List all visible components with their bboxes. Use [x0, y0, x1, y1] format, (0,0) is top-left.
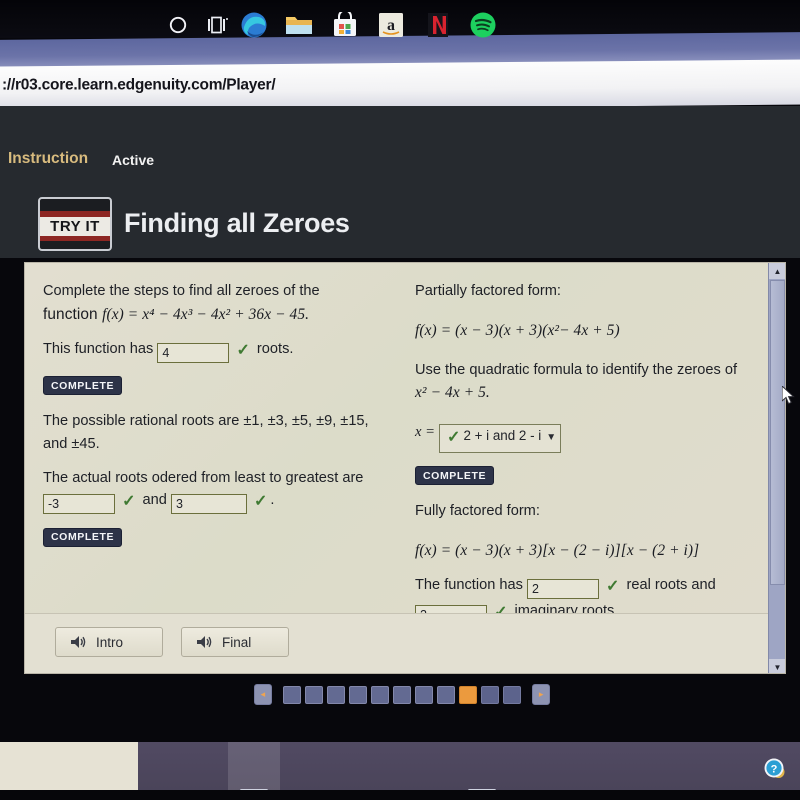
complete-badge-3: COMPLETE [415, 466, 495, 486]
task-view-icon[interactable] [203, 10, 233, 40]
pagination-next-button[interactable]: ▸ [532, 684, 550, 705]
check-icon: ✓ [236, 341, 250, 359]
mouse-cursor [781, 384, 796, 406]
complete-badge-1: COMPLETE [43, 376, 123, 396]
chevron-down-icon: ▼ [546, 432, 557, 444]
dropdown-selected-value: 2 + i and 2 - i [463, 428, 542, 444]
actual-roots-joiner: and [142, 492, 167, 509]
edge-browser-icon[interactable] [239, 10, 269, 40]
lesson-body: Complete the steps to find all zeroes of… [25, 263, 769, 625]
taskbar-start-region[interactable] [0, 742, 138, 792]
partially-factored-heading: Partially factored form: [415, 283, 561, 299]
pagination-box-3[interactable] [327, 685, 345, 704]
roots-count-prefix: This function has [43, 340, 154, 357]
browser-address-bar[interactable]: ://r03.core.learn.edgenuity.com/Player/ [0, 59, 800, 112]
actual-roots-label: The actual roots odered from least to gr… [43, 469, 364, 486]
real-roots-row: The function has 2 ✓ real roots and [415, 575, 763, 599]
audio-intro-button[interactable]: Intro [55, 627, 163, 657]
cortana-icon[interactable] [163, 10, 193, 40]
address-bar-url: ://r03.core.learn.edgenuity.com/Player/ [2, 76, 276, 94]
quadratic-instruction-line-1: Use the quadratic formula to identify th… [415, 361, 738, 378]
complete-badge-1-wrap: COMPLETE [43, 376, 395, 396]
roots-count-suffix: roots. [256, 340, 294, 357]
check-icon: ✓ [447, 429, 461, 447]
scroll-down-arrow-icon[interactable]: ▼ [769, 659, 785, 673]
roots-count-input[interactable]: 4 [157, 342, 230, 363]
period: . [270, 492, 275, 509]
function-statement: function f(x) = x⁴ − 4x³ − 4x² + 36x − 4… [43, 304, 395, 326]
tab-instruction[interactable]: Instruction [8, 150, 88, 168]
lesson-pagination: ◂ ▸ [254, 681, 550, 708]
page-title: Finding all Zeroes [124, 208, 350, 238]
real-roots-input[interactable]: 2 [526, 579, 599, 599]
pagination-box-2[interactable] [305, 685, 323, 704]
pagination-box-9[interactable] [459, 685, 477, 704]
complete-badge-2: COMPLETE [43, 527, 123, 547]
pagination-boxes [283, 685, 521, 704]
taskbar-active-app-highlight [228, 742, 280, 792]
quadratic-instruction-line-2: x² − 4x + 5. [415, 384, 490, 402]
roots-count-row: This function has 4 ✓ roots. [43, 339, 395, 363]
pagination-box-10[interactable] [481, 685, 499, 704]
function-expression: f(x) = x⁴ − 4x³ − 4x² + 36x − 45. [102, 305, 310, 323]
pagination-prev-button[interactable]: ◂ [254, 684, 272, 705]
pagination-box-11[interactable] [503, 685, 521, 704]
function-prefix: function [43, 305, 103, 323]
complete-badge-2-wrap: COMPLETE [43, 527, 395, 547]
try-it-badge-label: TRY IT [50, 218, 100, 235]
x-equals-label: x = [415, 424, 435, 441]
spotify-icon[interactable] [468, 10, 498, 40]
rational-roots-line-1: The possible rational roots are ±1, ±3, … [43, 413, 369, 430]
svg-text:?: ? [771, 764, 778, 776]
lesson-footer: Intro Final [25, 613, 769, 673]
fully-factored-expression: f(x) = (x − 3)(x + 3)[x − (2 − i)][x − (… [415, 542, 700, 560]
pagination-box-8[interactable] [437, 685, 455, 704]
scrollbar-thumb[interactable] [770, 280, 785, 585]
pagination-box-1[interactable] [283, 685, 301, 704]
actual-root-2-input[interactable]: 3 [170, 494, 247, 515]
amazon-icon[interactable]: a [376, 10, 406, 40]
quadratic-roots-dropdown[interactable]: ✓ 2 + i and 2 - i ▼ [439, 424, 562, 453]
audio-final-button[interactable]: Final [181, 627, 289, 657]
pagination-box-7[interactable] [415, 685, 433, 704]
fully-factored-heading: Fully factored form: [415, 503, 540, 520]
lesson-content-panel: Complete the steps to find all zeroes of… [24, 262, 786, 674]
netflix-icon[interactable] [423, 10, 453, 40]
microsoft-store-icon[interactable] [330, 10, 360, 40]
check-icon: ✓ [254, 493, 268, 511]
svg-text:a: a [387, 17, 395, 34]
intro-line-1: Complete the steps to find all zeroes of… [43, 283, 320, 299]
rational-roots-line-2: and ±45. [43, 435, 100, 452]
audio-intro-label: Intro [96, 634, 124, 650]
monitor-bezel-bottom [0, 790, 800, 800]
real-roots-suffix: real roots and [626, 577, 716, 593]
file-explorer-icon[interactable] [284, 10, 314, 40]
actual-roots-row: -3 ✓ and 3 ✓. [43, 490, 395, 515]
try-it-badge: TRY IT [38, 197, 112, 251]
complete-badge-3-wrap: COMPLETE [415, 466, 763, 486]
actual-root-1-input[interactable]: -3 [43, 494, 115, 515]
pagination-box-6[interactable] [393, 685, 411, 704]
monitor-photo: ://r03.core.learn.edgenuity.com/Player/ … [0, 0, 800, 800]
x-equals-row: x = ✓ 2 + i and 2 - i ▼ [415, 422, 763, 453]
speaker-icon [70, 635, 87, 649]
left-column: Complete the steps to find all zeroes of… [43, 281, 395, 547]
right-column: Partially factored form: f(x) = (x − 3)(… [415, 281, 763, 627]
pagination-box-4[interactable] [349, 685, 367, 704]
tab-active[interactable]: Active [112, 152, 154, 168]
lesson-app-header [0, 106, 800, 258]
check-icon: ✓ [606, 578, 620, 595]
real-roots-prefix: The function has [415, 577, 523, 593]
check-icon: ✓ [122, 493, 136, 511]
partially-factored-expression: f(x) = (x − 3)(x + 3)(x²− 4x + 5) [415, 321, 620, 339]
audio-final-label: Final [222, 634, 252, 650]
pagination-box-5[interactable] [371, 685, 389, 704]
help-circle-icon[interactable]: ? [760, 754, 790, 784]
speaker-icon [196, 635, 213, 649]
lesson-tab-bar: Instruction Active [0, 150, 800, 178]
scroll-up-arrow-icon[interactable]: ▲ [769, 263, 785, 279]
content-scrollbar[interactable]: ▲ ▼ [768, 263, 785, 673]
